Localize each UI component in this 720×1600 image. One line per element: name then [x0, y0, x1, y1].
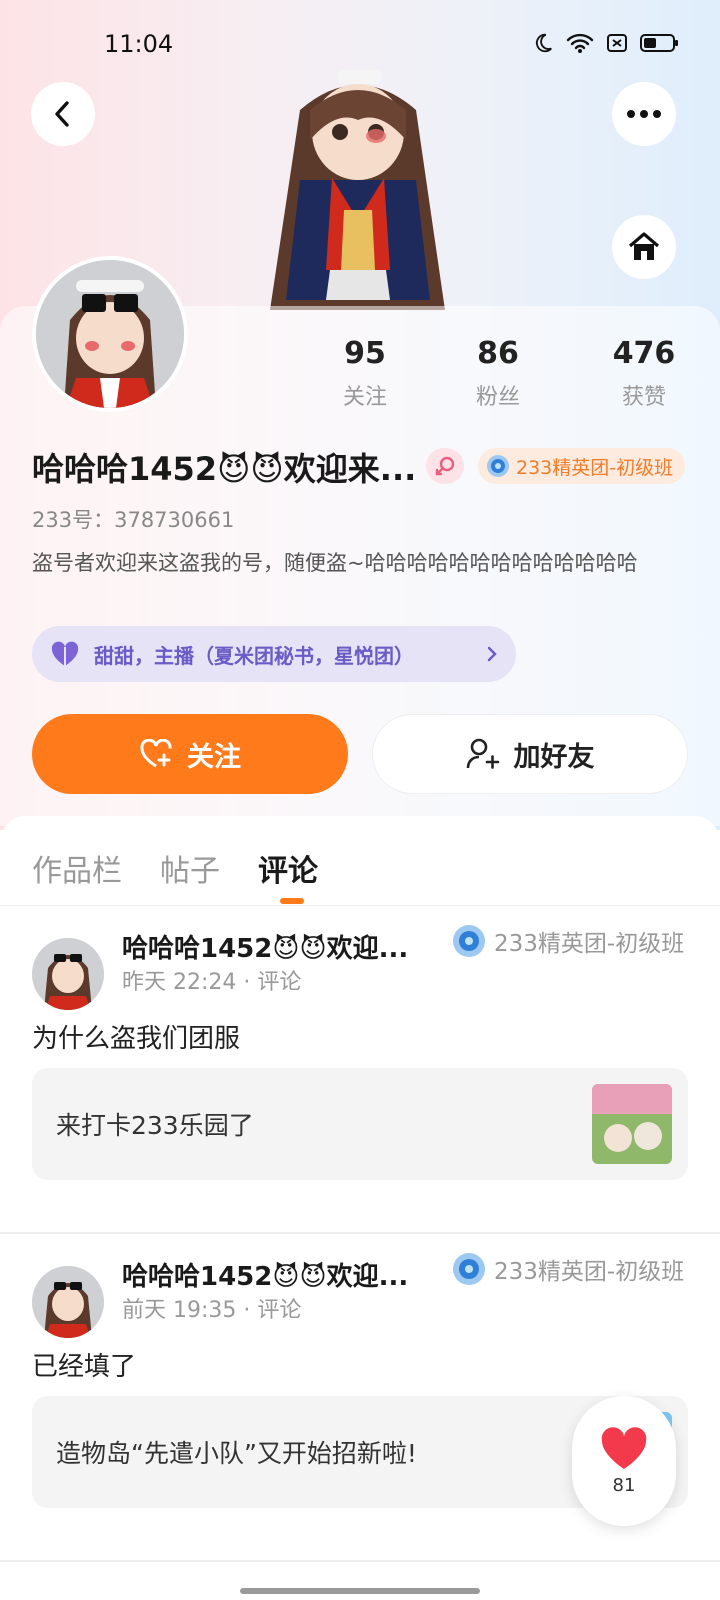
status-time: 11:04: [104, 30, 174, 58]
gem-icon: [453, 925, 485, 957]
wifi-icon: [566, 33, 594, 53]
like-floating-button[interactable]: 81: [572, 1396, 676, 1526]
stat-followers-count: 86: [477, 336, 519, 371]
post-author-badge-label: 233精英团-初级班: [494, 1259, 685, 1285]
follow-button-label: 关注: [187, 741, 241, 773]
add-friend-button-label: 加好友: [513, 741, 595, 773]
stat-followers[interactable]: 86 粉丝: [443, 336, 553, 411]
user-id-value: 378730661: [114, 508, 235, 532]
stat-likes[interactable]: 476 获赞: [589, 336, 699, 411]
moon-icon: [535, 33, 552, 53]
home-icon: [628, 232, 660, 260]
group-membership-pill[interactable]: 甜甜，主播（夏米团秘书，星悦团）: [32, 626, 516, 682]
like-count: 81: [612, 1474, 636, 1496]
gem-icon: [453, 1253, 485, 1285]
tab-works[interactable]: 作品栏: [32, 846, 122, 890]
quoted-post-title: 造物岛“先遣小队”又开始招新啦!: [56, 1439, 417, 1468]
more-button[interactable]: [612, 82, 676, 146]
post-comment-text: 为什么盗我们团服: [32, 1024, 241, 1054]
post-author-name[interactable]: 哈哈哈1452😈😈欢迎...: [122, 928, 408, 965]
post-divider: [0, 1560, 720, 1562]
gem-icon: [487, 455, 509, 477]
battery-icon: [640, 34, 678, 52]
content-tabs: 作品栏 帖子 评论: [0, 816, 720, 906]
back-button[interactable]: [31, 82, 95, 146]
group-membership-label: 甜甜，主播（夏米团秘书，星悦团）: [94, 643, 414, 668]
stat-likes-count: 476: [612, 336, 676, 371]
more-dots-icon: [627, 110, 661, 118]
quoted-post[interactable]: 来打卡233乐园了: [32, 1068, 688, 1180]
stat-likes-label: 获赞: [621, 385, 666, 410]
post-meta: 前天 19:35 · 评论: [122, 1298, 302, 1323]
elite-group-badge[interactable]: 233精英团-初级班: [478, 448, 686, 484]
follow-button[interactable]: 关注: [32, 714, 348, 794]
post-author-badge-label: 233精英团-初级班: [494, 931, 685, 957]
status-icons: [532, 32, 680, 54]
female-icon: [435, 456, 455, 476]
tab-posts[interactable]: 帖子: [160, 846, 220, 890]
user-id-label: 233号：: [32, 508, 115, 532]
stat-following-count: 95: [344, 336, 386, 371]
post-author-name[interactable]: 哈哈哈1452😈😈欢迎...: [122, 1256, 408, 1293]
quoted-post-title: 来打卡233乐园了: [56, 1111, 254, 1140]
stat-following[interactable]: 95 关注: [310, 336, 420, 411]
home-button[interactable]: [612, 215, 676, 279]
heart-plus-icon: [140, 739, 172, 768]
heart-icon: [51, 641, 79, 666]
post-author-badge: 233精英团-初级班: [452, 924, 684, 958]
user-id: 233号：378730661: [32, 504, 234, 534]
sim-icon: [607, 34, 627, 52]
elite-badge-label: 233精英团-初级班: [516, 456, 674, 479]
post-meta: 昨天 22:24 · 评论: [122, 970, 302, 995]
profile-bio: 盗号者欢迎来这盗我的号，随便盗~哈哈哈哈哈哈哈哈哈哈哈哈哈: [32, 551, 638, 575]
chevron-left-icon: [55, 101, 69, 127]
post-avatar-image: [32, 938, 104, 1010]
chevron-right-icon: [487, 646, 497, 662]
comment-item[interactable]: 哈哈哈1452😈😈欢迎... 233精英团-初级班 昨天 22:24 · 评论 …: [0, 906, 720, 1232]
tab-comments[interactable]: 评论: [258, 846, 318, 890]
stat-following-label: 关注: [342, 385, 387, 410]
post-author-badge: 233精英团-初级班: [452, 1252, 684, 1286]
stat-followers-label: 粉丝: [475, 385, 520, 410]
add-user-icon: [466, 738, 499, 769]
home-indicator: [240, 1588, 480, 1594]
post-comment-text: 已经填了: [32, 1352, 137, 1382]
post-avatar[interactable]: [32, 1266, 104, 1338]
post-avatar-image: [32, 1266, 104, 1338]
quoted-post-thumbnail: [592, 1084, 672, 1164]
character-3d-avatar: [270, 70, 445, 310]
profile-name: 哈哈哈1452😈😈欢迎来...: [32, 450, 417, 488]
gender-badge: [426, 448, 464, 484]
avatar-image: [36, 260, 184, 408]
active-tab-indicator: [280, 898, 304, 904]
add-friend-button[interactable]: 加好友: [372, 714, 688, 794]
heart-icon: [601, 1426, 647, 1469]
post-avatar[interactable]: [32, 938, 104, 1010]
profile-avatar[interactable]: [32, 256, 188, 412]
